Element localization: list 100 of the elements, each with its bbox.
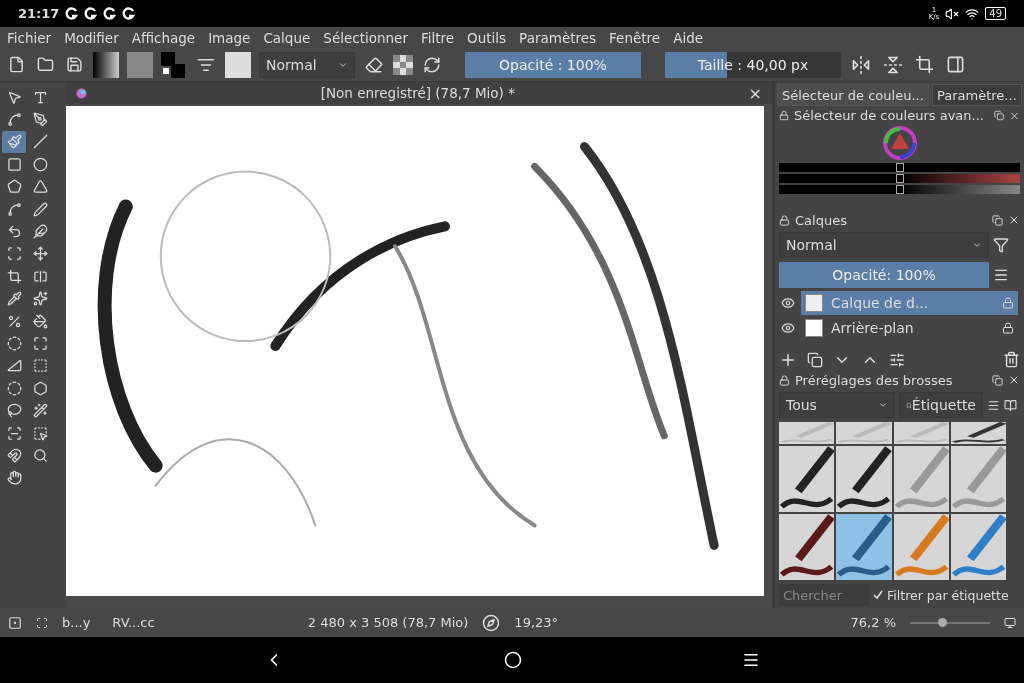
docker-tab[interactable]: Paramètre... xyxy=(931,84,1022,106)
color-slider[interactable] xyxy=(779,174,1020,184)
color-swatches-icon[interactable] xyxy=(161,51,187,78)
bezier-select-tool-icon xyxy=(32,425,48,441)
menu-item[interactable]: Affichage xyxy=(131,29,196,46)
lock-icon[interactable] xyxy=(779,374,790,386)
tag-button[interactable]: Étiquette xyxy=(899,392,983,418)
battery-level: 49 xyxy=(985,7,1006,20)
brush-preset[interactable] xyxy=(950,422,1006,444)
search-field[interactable]: Chercher xyxy=(779,584,869,606)
krita-logo-icon xyxy=(76,87,87,99)
checkbox[interactable] xyxy=(873,590,883,600)
menu-item[interactable]: Fenêtre xyxy=(609,29,661,46)
lasso-select-tool-icon xyxy=(6,403,22,419)
color-wheel[interactable] xyxy=(881,125,918,162)
brush-stroke-icon xyxy=(893,422,949,444)
layer-thumbnail xyxy=(805,319,823,337)
book-icon[interactable] xyxy=(1004,398,1017,412)
recent-apps-icon[interactable] xyxy=(742,651,760,669)
color-slider[interactable] xyxy=(779,185,1020,195)
properties-icon[interactable] xyxy=(889,351,905,368)
transform-tool-icon xyxy=(6,246,22,262)
menu-item[interactable]: Filtre xyxy=(420,29,455,46)
tag-filter-dropdown[interactable]: Tous xyxy=(779,392,895,418)
smart-patch-tool-icon xyxy=(6,313,22,329)
delete-icon[interactable] xyxy=(1003,351,1020,369)
lock-icon[interactable] xyxy=(779,110,790,122)
drawing-canvas[interactable] xyxy=(66,106,764,596)
brush-name: b...y xyxy=(62,615,91,630)
zoom-slider[interactable] xyxy=(910,621,990,624)
brush-preset[interactable] xyxy=(779,446,835,512)
float-icon[interactable] xyxy=(992,214,1003,226)
pan-tool-icon xyxy=(6,470,22,486)
magnetic-select-tool-icon xyxy=(6,447,22,463)
menu-item[interactable]: Paramètres xyxy=(519,29,597,46)
calligraphy-tool-icon xyxy=(32,112,48,128)
visibility-icon[interactable] xyxy=(781,321,795,335)
docker-tab[interactable]: Sélecteur de couleu... xyxy=(777,84,929,106)
colorize-tool-icon xyxy=(32,291,48,307)
brush-preset-swatch[interactable] xyxy=(225,51,251,78)
blend-mode-dropdown[interactable]: Normal xyxy=(259,51,355,78)
menu-item[interactable]: Outils xyxy=(467,29,507,46)
menu-item[interactable]: Calque xyxy=(263,29,311,46)
opacity-slider[interactable]: Opacité : 100% xyxy=(465,51,641,78)
lock-icon[interactable] xyxy=(1002,296,1014,309)
document-title: [Non enregistré] (78,7 Mio) * xyxy=(320,85,515,101)
text-tool-icon xyxy=(32,89,48,105)
gradient-swatch[interactable] xyxy=(93,51,119,78)
rotation-icon[interactable] xyxy=(482,613,501,632)
line-tool-icon xyxy=(32,134,48,150)
docker-title: Sélecteur de couleurs avan... xyxy=(794,108,984,124)
brush-preset[interactable] xyxy=(836,446,892,512)
layer-thumbnail xyxy=(805,293,823,312)
ellipse-tool-icon xyxy=(32,156,48,172)
layer-row[interactable]: Arrière-plan xyxy=(801,316,1018,340)
visibility-icon[interactable] xyxy=(781,295,795,310)
multibrush-tool-icon xyxy=(32,224,48,240)
menu-icon[interactable] xyxy=(987,398,1000,412)
gradient-tool-icon xyxy=(32,268,48,284)
menu-item[interactable]: Image xyxy=(208,29,251,46)
save-icon[interactable] xyxy=(64,54,85,75)
layer-opacity-slider[interactable]: Opacité: 100% xyxy=(779,262,989,289)
tool-button[interactable] xyxy=(2,130,26,154)
home-icon[interactable] xyxy=(504,651,522,669)
brush-stroke-icon xyxy=(836,422,892,444)
color-slider[interactable] xyxy=(779,163,1020,173)
float-icon[interactable] xyxy=(993,110,1005,122)
fill-tool-icon xyxy=(32,313,48,329)
menu-item[interactable]: Sélectionner xyxy=(323,29,408,46)
ellipse-select-tool-icon xyxy=(6,380,22,396)
menu-item[interactable]: Modifier xyxy=(64,29,119,46)
zoom-tool-icon xyxy=(32,447,48,463)
clock: 21:17 xyxy=(18,6,60,21)
menu-item[interactable]: Fichier xyxy=(7,29,52,46)
measure-tool-icon xyxy=(6,358,22,374)
duplicate-icon[interactable] xyxy=(807,351,823,368)
brush-preset[interactable] xyxy=(779,514,835,580)
float-icon[interactable] xyxy=(992,374,1003,386)
pattern-swatch[interactable] xyxy=(127,51,153,78)
selection-icon[interactable] xyxy=(36,616,48,629)
brush-stroke-icon xyxy=(779,422,835,444)
layer-blend-dropdown[interactable]: Normal xyxy=(779,232,989,259)
move-tool-icon xyxy=(32,246,48,262)
similar-select-tool-icon xyxy=(6,425,22,441)
enclose-tool-icon xyxy=(6,336,22,351)
checker-icon[interactable] xyxy=(393,54,413,75)
filter-icon[interactable] xyxy=(993,237,1009,254)
close-document-button[interactable]: × xyxy=(748,83,762,103)
notification-icon xyxy=(122,7,136,20)
lock-icon[interactable] xyxy=(779,214,790,226)
notification-icon xyxy=(103,7,117,20)
screen-icon[interactable] xyxy=(1004,616,1016,629)
crop-tool-icon xyxy=(6,268,22,284)
brush-icon[interactable] xyxy=(8,615,22,630)
layer-name: Arrière-plan xyxy=(831,320,914,336)
menu-item[interactable]: Aide xyxy=(673,29,703,46)
crop-icon[interactable] xyxy=(913,53,936,76)
picker-tool-icon xyxy=(6,291,22,307)
lock-icon[interactable] xyxy=(1002,322,1014,334)
notification-icon xyxy=(84,7,98,20)
